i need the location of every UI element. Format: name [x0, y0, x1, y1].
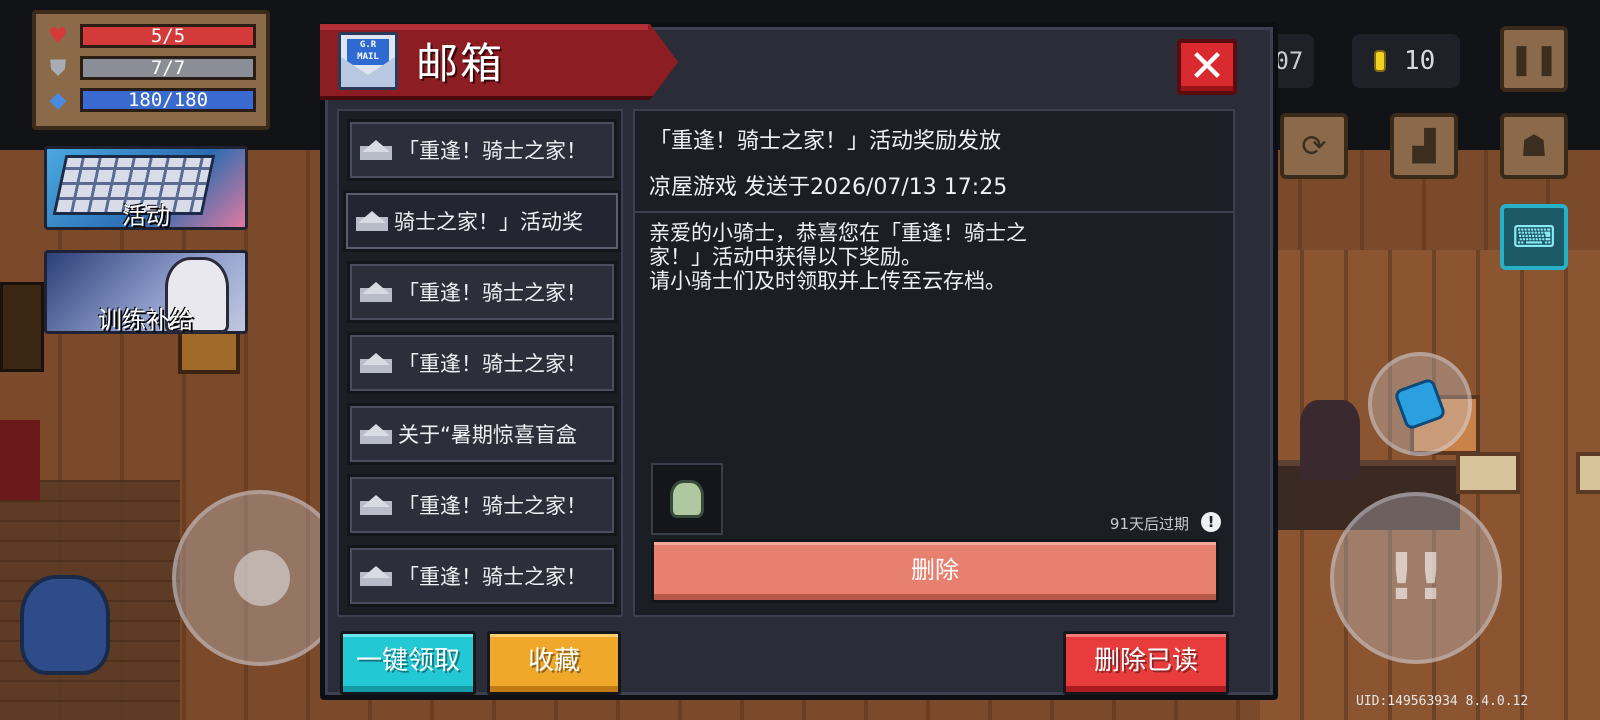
- swap-button[interactable]: ⟳: [1280, 113, 1348, 179]
- joystick-knob[interactable]: [234, 550, 290, 606]
- chat-button[interactable]: ⌨: [1500, 204, 1568, 270]
- hp-row: ♥ 5/5: [44, 20, 258, 52]
- envelope-icon: [360, 353, 392, 373]
- close-icon: ✕: [1188, 41, 1226, 92]
- energy-diamond-icon: ◆: [49, 87, 67, 113]
- skill-button[interactable]: [1368, 352, 1472, 456]
- profile-card-icon: ☗: [1520, 128, 1548, 164]
- mail-list-item-title: 「重逢！骑士之家！: [398, 139, 587, 163]
- mail-subject: 「重逢！骑士之家！」活动奖励发放: [649, 129, 1002, 154]
- pet-character: [20, 575, 110, 675]
- delete-read-button[interactable]: 删除已读: [1063, 631, 1229, 695]
- mail-list-item-title: 「重逢！骑士之家！: [398, 494, 587, 518]
- envelope-icon: [360, 495, 392, 515]
- event-card-label: 活动: [122, 202, 170, 230]
- envelope-icon: [360, 424, 392, 444]
- coin-counter: 10: [1352, 34, 1460, 88]
- coin-icon: [1374, 50, 1386, 72]
- warning-icon: !: [1201, 512, 1221, 532]
- mail-list-item-title: 骑士之家！」活动奖: [394, 210, 583, 234]
- dialog-title: 邮箱: [416, 39, 505, 88]
- envelope-icon: [360, 140, 392, 160]
- keyboard-icon: ⌨: [1512, 219, 1556, 255]
- mail-sender-date: 凉屋游戏 发送于2026/07/13 17:25: [649, 175, 1008, 200]
- coin-count: 10: [1404, 46, 1436, 76]
- npc-character: [1300, 400, 1360, 480]
- title-ribbon: G.R MAIL 邮箱: [320, 24, 678, 100]
- claim-all-button[interactable]: 一键领取: [340, 631, 476, 695]
- shield-icon: ⛊: [49, 55, 67, 81]
- profile-button[interactable]: ☗: [1500, 113, 1568, 179]
- envelope-icon: [360, 566, 392, 586]
- training-supply-card[interactable]: 训练补给: [44, 250, 248, 334]
- stairs-icon: ▟: [1412, 128, 1436, 164]
- mail-envelope-icon: G.R MAIL: [338, 32, 398, 90]
- exclamation-icon: !!: [1386, 541, 1446, 615]
- energy-bar: 180/180: [80, 88, 256, 112]
- pause-button[interactable]: ❚❚: [1500, 26, 1568, 92]
- reward-item-icon: [663, 480, 713, 518]
- attack-button[interactable]: !!: [1330, 492, 1502, 664]
- notice-board: [1456, 452, 1520, 494]
- scene-stool: [0, 282, 44, 372]
- npc-character: [0, 420, 40, 500]
- favorite-button[interactable]: 收藏: [487, 631, 621, 695]
- reward-item-slot[interactable]: [651, 463, 723, 535]
- energy-row: ◆ 180/180: [44, 84, 258, 116]
- armor-row: ⛊ 7/7: [44, 52, 258, 84]
- divider: [635, 211, 1233, 213]
- hp-bar: 5/5: [80, 24, 256, 48]
- mail-list[interactable]: 「重逢！骑士之家！ 骑士之家！」活动奖 「重逢！骑士之家！ 「重逢！骑士之家！ 关于“暑…: [337, 109, 623, 617]
- mail-list-item-title: 「重逢！骑士之家！: [398, 565, 587, 589]
- expire-text: 91天后过期: [1109, 515, 1189, 533]
- mail-list-item[interactable]: 「重逢！骑士之家！: [347, 545, 617, 607]
- training-supply-label: 训练补给: [98, 306, 194, 334]
- stairs-button[interactable]: ▟: [1390, 113, 1458, 179]
- refresh-icon: ⟳: [1301, 128, 1327, 164]
- heart-icon: ♥: [48, 23, 68, 49]
- mail-list-item[interactable]: 关于“暑期惊喜盲盒: [347, 403, 617, 465]
- armor-text: 7/7: [150, 57, 186, 79]
- mail-icon-tag: G.R MAIL: [347, 39, 389, 65]
- event-card[interactable]: 活动: [44, 146, 248, 230]
- envelope-icon: [356, 211, 388, 231]
- mailbox-dialog: G.R MAIL 邮箱 ✕ 「重逢！骑士之家！ 骑士之家！」活动奖 「重逢！骑士之家…: [320, 22, 1278, 700]
- mail-list-item[interactable]: 「重逢！骑士之家！: [347, 119, 617, 181]
- player-stats-panel: ♥ 5/5 ⛊ 7/7 ◆ 180/180: [32, 10, 270, 130]
- mail-list-item[interactable]: 骑士之家！」活动奖: [343, 190, 621, 252]
- close-button[interactable]: ✕: [1177, 39, 1237, 95]
- mail-list-item[interactable]: 「重逢！骑士之家！: [347, 332, 617, 394]
- notice-board: [1576, 452, 1600, 494]
- mail-body: 亲爱的小骑士，恭喜您在「重逢！骑士之 家！」活动中获得以下奖励。 请小骑士们及时…: [649, 221, 1027, 293]
- hp-text: 5/5: [150, 25, 186, 47]
- delete-button[interactable]: 删除: [651, 539, 1219, 603]
- mail-list-item[interactable]: 「重逢！骑士之家！: [347, 261, 617, 323]
- energy-text: 180/180: [127, 89, 209, 111]
- pause-icon: ❚❚: [1508, 41, 1560, 77]
- mail-list-item-title: 「重逢！骑士之家！: [398, 352, 587, 376]
- envelope-icon: [360, 282, 392, 302]
- uid-label: UID:149563934 8.4.0.12: [1356, 694, 1529, 709]
- mail-list-item[interactable]: 「重逢！骑士之家！: [347, 474, 617, 536]
- armor-bar: 7/7: [80, 56, 256, 80]
- mail-detail: 「重逢！骑士之家！」活动奖励发放 凉屋游戏 发送于2026/07/13 17:2…: [633, 109, 1235, 617]
- mail-list-item-title: 「重逢！骑士之家！: [398, 281, 587, 305]
- fist-icon: [1393, 377, 1447, 431]
- mail-list-item-title: 关于“暑期惊喜盲盒: [398, 423, 577, 447]
